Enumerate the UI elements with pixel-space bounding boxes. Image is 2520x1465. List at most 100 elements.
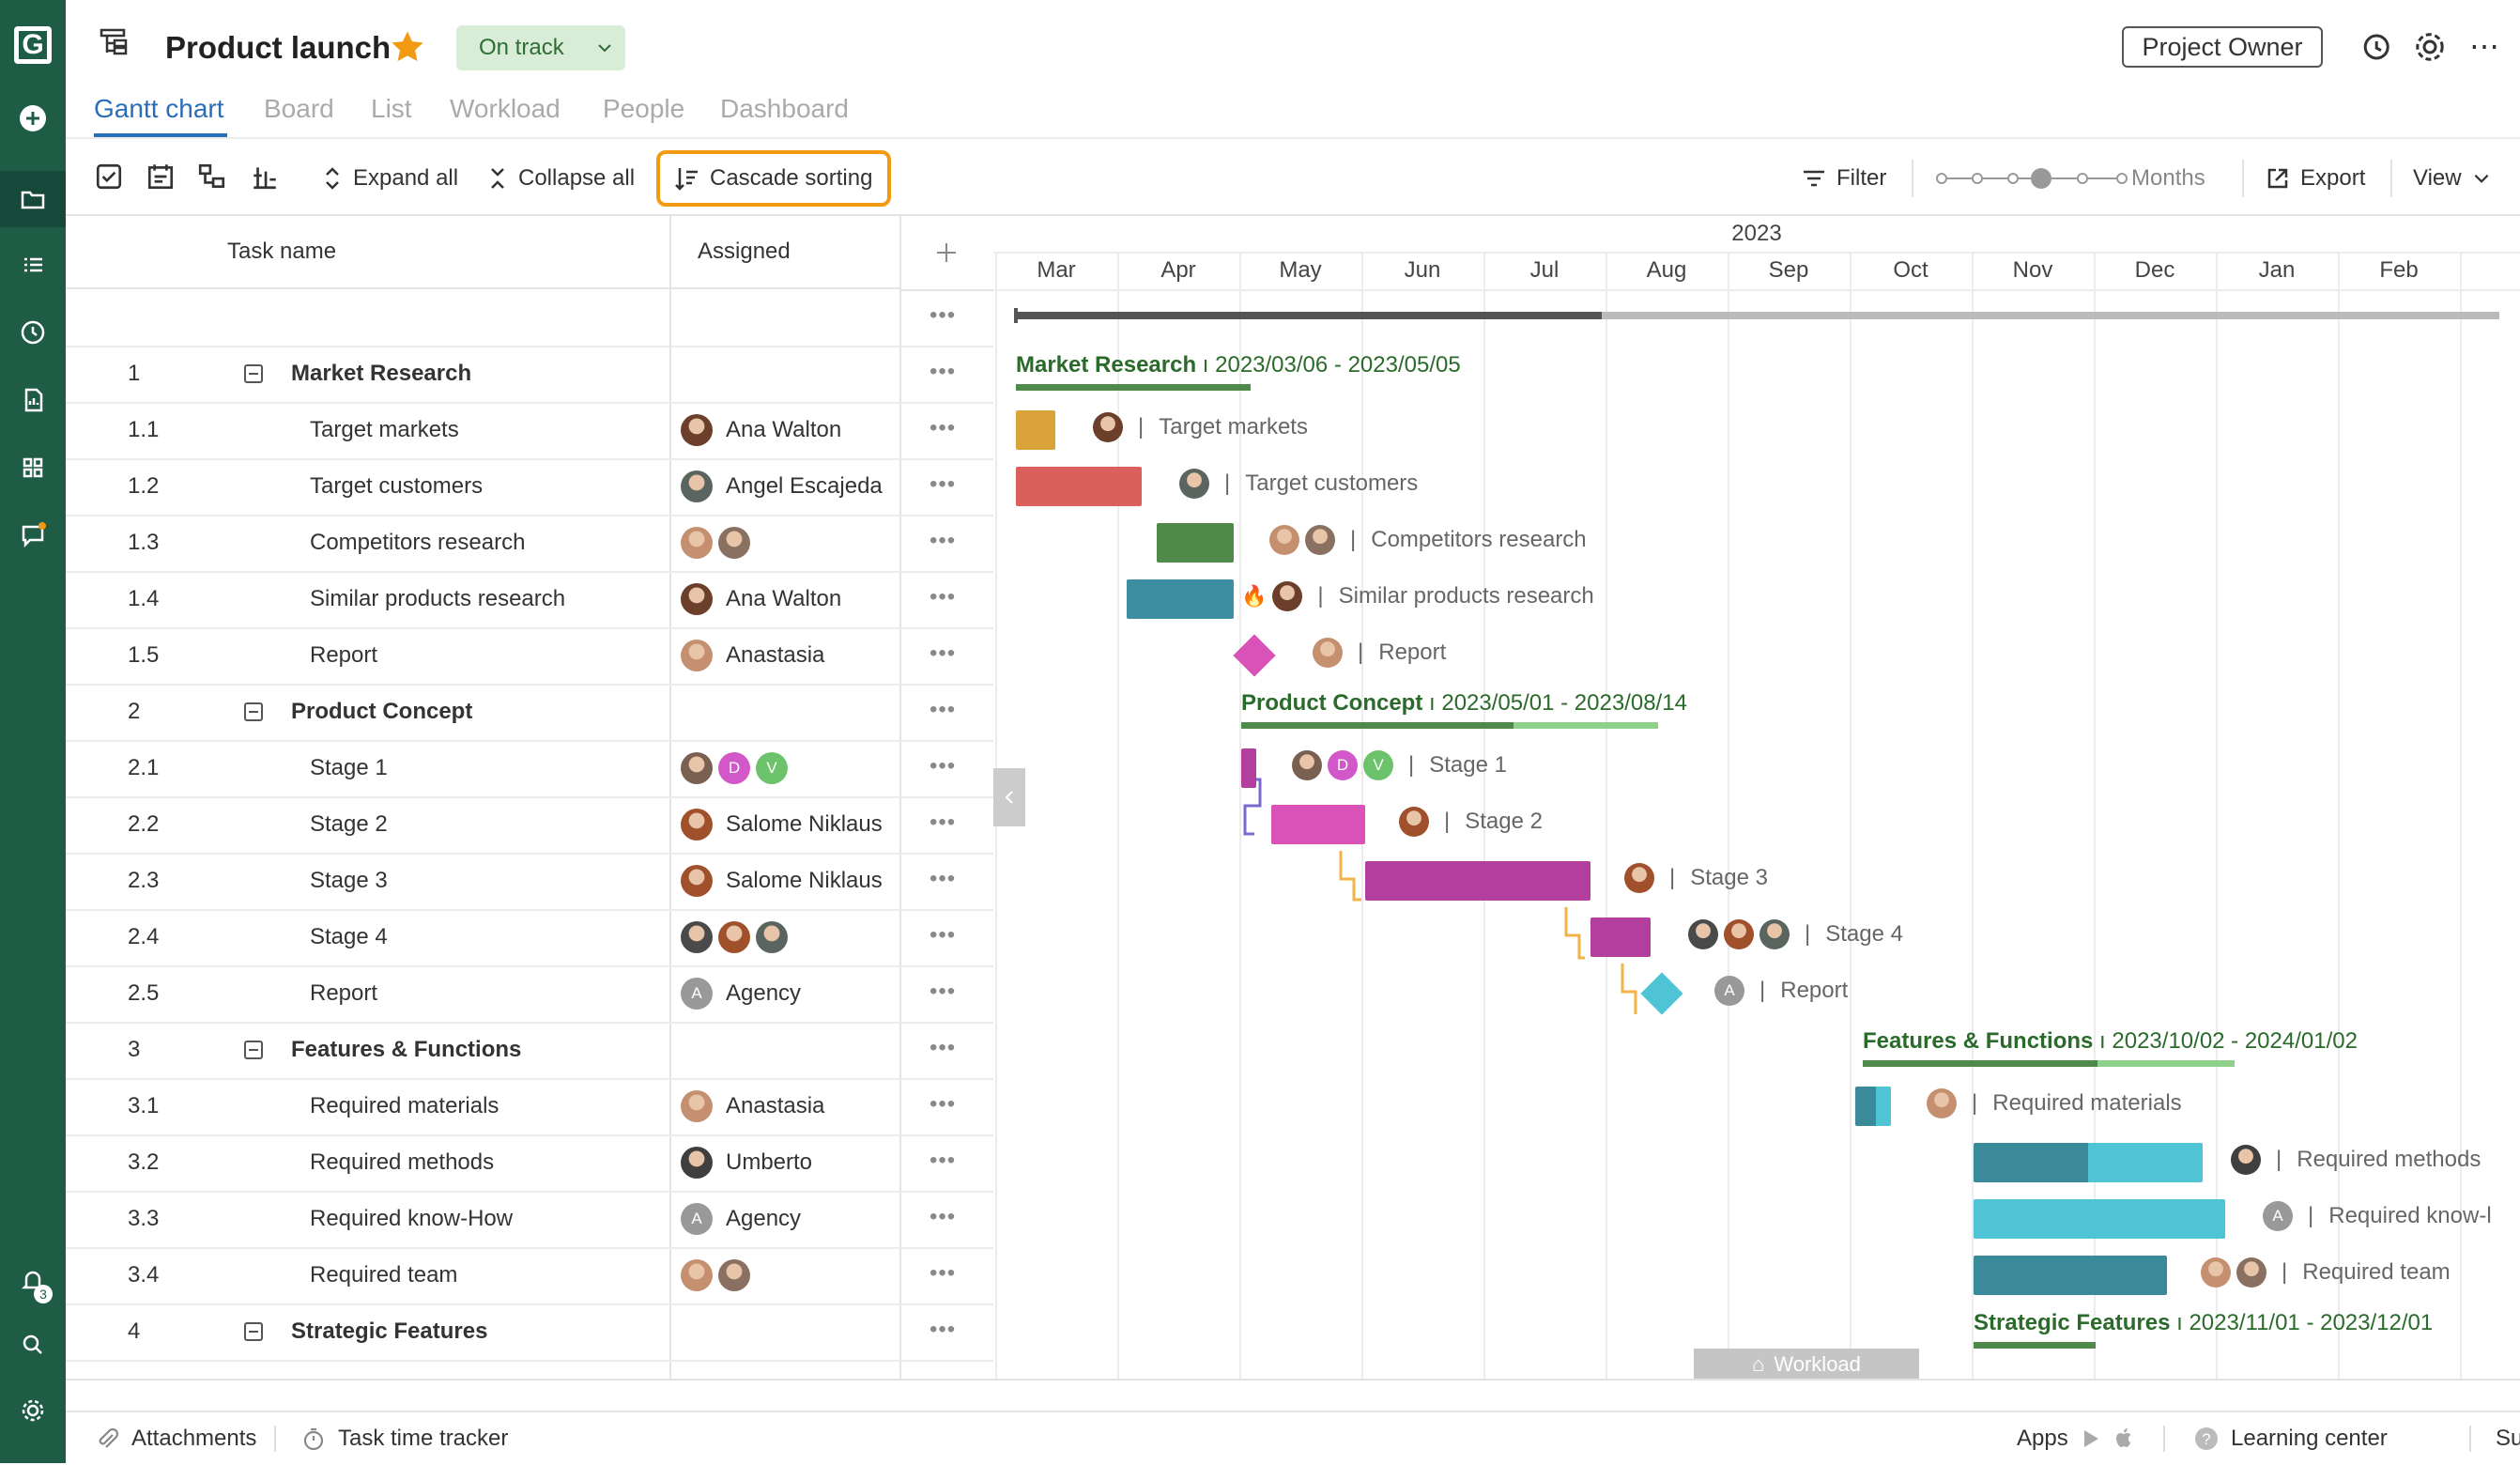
task-row[interactable]: 3.4 Required team ••• (66, 1247, 993, 1305)
cascade-sorting-button[interactable]: Cascade sorting (672, 162, 872, 195)
assignees[interactable]: A Agency (681, 1191, 801, 1247)
gear-icon[interactable] (2413, 30, 2447, 69)
workload-panel-tab[interactable]: ⌂ Workload (1694, 1349, 1919, 1380)
task-bar[interactable] (1241, 748, 1256, 788)
row-options-icon[interactable]: ••• (930, 1148, 956, 1174)
row-options-icon[interactable]: ••• (930, 1260, 956, 1287)
task-row[interactable]: 1.4 Similar products research Ana Walton ••… (66, 571, 993, 629)
row-options-icon[interactable]: ••• (930, 471, 956, 498)
reports-icon[interactable] (0, 372, 66, 428)
task-row[interactable]: 3.1 Required materials Anastasia ••• (66, 1078, 993, 1136)
assignees[interactable] (681, 1247, 750, 1303)
task-row[interactable]: 2.2 Stage 2 Salome Niklaus ••• (66, 796, 993, 855)
task-name[interactable]: Target customers (310, 458, 483, 515)
row-options-icon[interactable]: ••• (930, 1317, 956, 1343)
projects-icon[interactable] (0, 171, 66, 227)
attachments-button[interactable]: Attachments (94, 1412, 256, 1465)
task-row[interactable]: 1.1 Target markets Ana Walton ••• (66, 402, 993, 460)
task-row[interactable]: 2.4 Stage 4 ••• (66, 909, 993, 967)
clock-icon[interactable] (0, 304, 66, 361)
row-options-icon[interactable]: ••• (930, 1091, 956, 1118)
zoom-slider[interactable] (1934, 165, 2131, 196)
view-dropdown[interactable]: View (2413, 162, 2492, 195)
task-row[interactable]: 2.5 Report A Agency ••• (66, 965, 993, 1024)
task-name[interactable]: Required team (310, 1247, 457, 1303)
task-bar[interactable] (1271, 805, 1365, 844)
assignees[interactable]: DV (681, 740, 788, 796)
task-bar[interactable] (1016, 467, 1142, 506)
task-row[interactable]: 3.2 Required methods Umberto ••• (66, 1134, 993, 1193)
calendar-icon[interactable] (146, 162, 176, 196)
collapse-all-button[interactable]: Collapse all (486, 162, 635, 195)
task-name[interactable]: Market Research (291, 346, 471, 402)
tab-gantt-chart[interactable]: Gantt chart (94, 94, 224, 124)
status-dropdown[interactable]: On track (456, 25, 625, 70)
project-owner-button[interactable]: Project Owner (2122, 26, 2323, 68)
row-options-icon[interactable]: ••• (930, 922, 956, 948)
assignees[interactable] (681, 515, 750, 571)
row-options-icon[interactable]: ••• (930, 866, 956, 892)
row-options-icon[interactable]: ••• (930, 1204, 956, 1230)
task-name[interactable]: Stage 3 (310, 853, 388, 909)
expand-all-button[interactable]: Expand all (321, 162, 458, 195)
row-options-icon[interactable]: ••• (930, 640, 956, 667)
task-bar[interactable] (1127, 579, 1234, 619)
task-name[interactable]: Stage 1 (310, 740, 388, 796)
task-row[interactable]: 1.5 Report Anastasia ••• (66, 627, 993, 686)
collapse-group-icon[interactable] (244, 1322, 263, 1341)
task-name[interactable]: Stage 2 (310, 796, 388, 853)
group-row[interactable]: 1 Market Research ••• (66, 346, 993, 404)
row-options-icon[interactable]: ••• (930, 810, 956, 836)
row-options-icon[interactable]: ••• (930, 415, 956, 441)
logo-icon[interactable]: G (0, 17, 66, 73)
task-row[interactable]: 1.2 Target customers Angel Escajeda ••• (66, 458, 993, 517)
favorite-star-icon[interactable] (389, 28, 426, 70)
export-button[interactable]: Export (2265, 162, 2365, 195)
apps-grid-icon[interactable] (0, 440, 66, 496)
task-bar[interactable] (1590, 918, 1651, 957)
tab-list[interactable]: List (371, 94, 412, 124)
task-bar[interactable] (1974, 1256, 2167, 1295)
settings-icon[interactable] (0, 1382, 66, 1439)
assignees[interactable]: Ana Walton (681, 402, 841, 458)
assignees[interactable]: Salome Niklaus (681, 796, 883, 853)
list-icon[interactable] (0, 237, 66, 293)
task-bar[interactable] (1365, 861, 1590, 901)
assignees[interactable]: A Agency (681, 965, 801, 1022)
task-name[interactable]: Required know-How (310, 1191, 513, 1247)
col-header-assigned[interactable]: Assigned (669, 216, 899, 289)
row-options-icon[interactable]: ••• (930, 359, 956, 385)
row-options-icon[interactable]: ••• (930, 584, 956, 610)
history-icon[interactable] (2359, 30, 2392, 69)
task-bar[interactable] (1157, 523, 1234, 563)
assignees[interactable]: Angel Escajeda (681, 458, 883, 515)
assignees[interactable]: Umberto (681, 1134, 812, 1191)
task-name[interactable]: Report (310, 965, 377, 1022)
support-link[interactable]: Support (2496, 1412, 2520, 1465)
row-options-icon[interactable]: ••• (930, 1035, 956, 1061)
assignees[interactable]: Anastasia (681, 1078, 824, 1134)
learning-center-link[interactable]: ? Learning center (2193, 1412, 2388, 1465)
task-name[interactable]: Competitors research (310, 515, 525, 571)
row-options-icon[interactable]: ••• (930, 697, 956, 723)
collapse-group-icon[interactable] (244, 1041, 263, 1059)
task-bar[interactable] (1855, 1087, 1891, 1126)
assignees[interactable] (681, 909, 788, 965)
row-options-icon[interactable]: ••• (930, 753, 956, 779)
tab-dashboard[interactable]: Dashboard (720, 94, 849, 124)
add-icon[interactable] (0, 90, 66, 146)
apps-link[interactable]: Apps (2017, 1412, 2136, 1465)
task-name[interactable]: Target markets (310, 402, 459, 458)
assignees[interactable]: Ana Walton (681, 571, 841, 627)
task-name[interactable]: Required materials (310, 1078, 499, 1134)
task-bar[interactable] (1974, 1143, 2203, 1182)
task-bar[interactable] (1016, 410, 1055, 450)
chat-icon[interactable] (0, 507, 66, 563)
task-name[interactable]: Similar products research (310, 571, 565, 627)
time-tracker-button[interactable]: Task time tracker (300, 1412, 508, 1465)
baseline-icon[interactable] (249, 162, 281, 196)
collapse-group-icon[interactable] (244, 364, 263, 383)
checkbox-icon[interactable] (94, 162, 124, 196)
group-row[interactable]: 4 Strategic Features ••• (66, 1303, 993, 1362)
task-name[interactable]: Stage 4 (310, 909, 388, 965)
